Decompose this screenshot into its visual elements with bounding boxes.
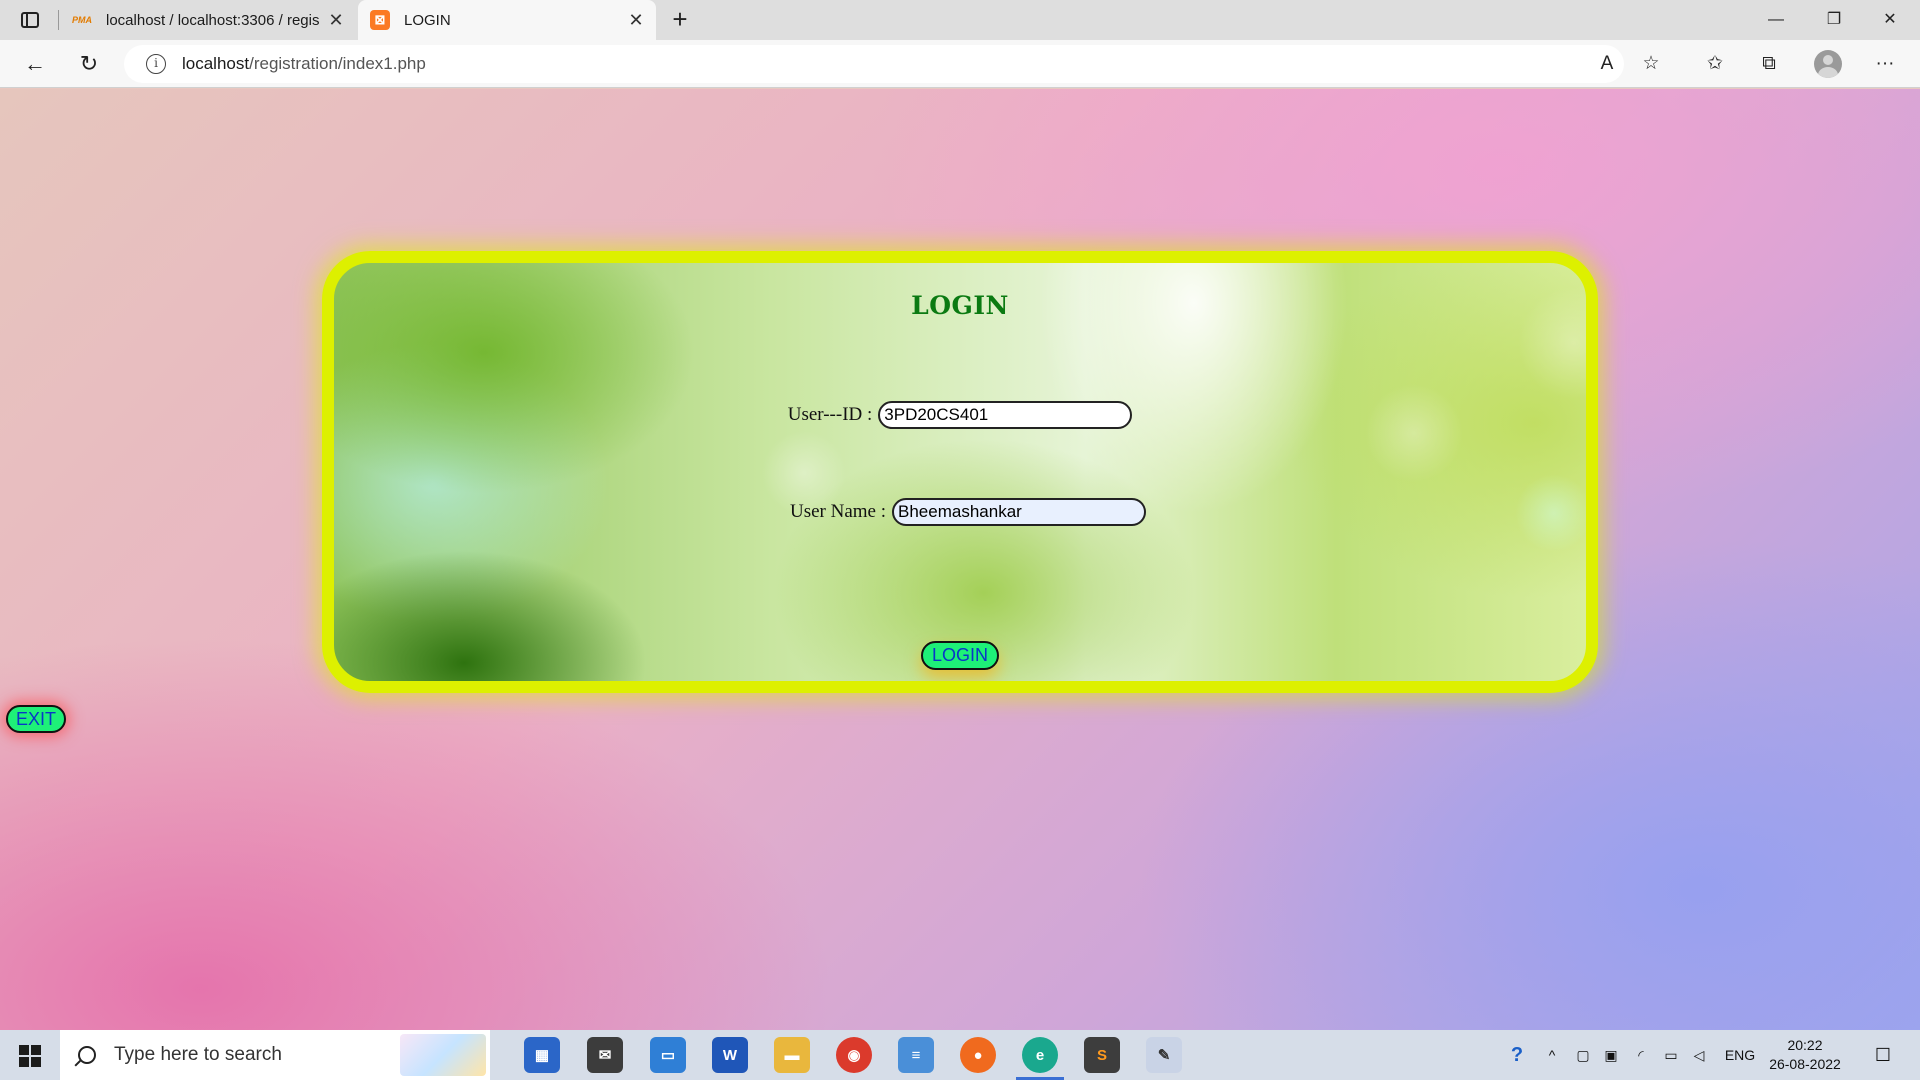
browser-toolbar: ← ↻ i localhost/registration/index1.php … [0,40,1920,88]
userid-label: User---ID : [787,404,873,425]
windows-logo-pane [31,1057,41,1067]
tab-login[interactable]: ⊠ LOGIN ✕ [358,0,656,40]
close-window-button[interactable]: ✕ [1862,0,1918,40]
xampp-icon: ⊠ [370,10,390,30]
paint-icon[interactable]: ✎ [1146,1037,1182,1073]
edge-icon[interactable]: e [1016,1037,1064,1080]
tab-title: localhost / localhost:3306 / regis [106,11,320,29]
login-panel: LOGIN User---ID : User Name : LOGIN [322,251,1598,693]
show-hidden-icons-chevron[interactable]: ^ [1540,1030,1564,1080]
url-text: localhost/registration/index1.php [182,54,426,74]
username-label: User Name : [789,501,887,522]
username-row: User Name : [342,498,1586,526]
userid-input[interactable] [878,401,1133,429]
this-pc-icon[interactable]: ▭ [650,1037,686,1073]
taskbar-search-box[interactable]: Type here to search [60,1030,490,1080]
mail-icon[interactable]: ✉ [587,1037,623,1073]
sublime-text-icon[interactable]: S [1084,1037,1120,1073]
volume-icon[interactable]: ◁ [1688,1030,1710,1080]
username-input[interactable] [892,498,1147,526]
exit-button[interactable]: EXIT [6,705,66,733]
tab-close-icon[interactable]: ✕ [622,10,650,31]
reload-button[interactable]: ↻ [72,48,106,80]
taskbar: Type here to search ▦ ✉ ▭ W ▬ ◉ ≡ ● e S … [0,1030,1920,1080]
tab-separator [58,10,59,30]
url-path: /registration/index1.php [249,54,426,73]
more-options-icon[interactable]: ··· [1868,48,1902,80]
site-info-icon[interactable]: i [146,54,166,74]
search-highlight-image [400,1034,486,1076]
windows-logo-pane [31,1045,41,1055]
microsoft-store-icon[interactable]: ▦ [524,1037,560,1073]
notifications-icon[interactable]: ☐ [1868,1030,1898,1080]
tab-phpmyadmin[interactable]: PMA localhost / localhost:3306 / regis ✕ [60,0,356,40]
address-bar[interactable]: i localhost/registration/index1.php [124,45,1624,83]
userid-row: User---ID : [334,401,1586,429]
device-icon[interactable]: ▣ [1600,1030,1622,1080]
page-background: LOGIN User---ID : User Name : LOGIN EXIT [0,89,1920,1030]
notes-icon[interactable]: ≡ [898,1037,934,1073]
minimize-button[interactable]: — [1748,0,1804,40]
tab-close-icon[interactable]: ✕ [322,10,350,31]
favorites-icon[interactable]: ✩ [1698,48,1732,80]
start-button[interactable] [10,1040,50,1070]
windows-logo-pane [19,1057,29,1067]
file-explorer-icon[interactable]: ▬ [774,1037,810,1073]
chrome-icon[interactable]: ◉ [836,1037,872,1073]
language-indicator[interactable]: ENG [1720,1030,1760,1080]
tab-strip: PMA localhost / localhost:3306 / regis ✕… [0,0,1920,40]
collections-icon[interactable]: ⧉ [1752,48,1786,80]
restore-button[interactable]: ❐ [1806,0,1862,40]
read-aloud-icon[interactable]: A [1590,48,1624,80]
tab-title: LOGIN [404,11,451,29]
wifi-icon[interactable]: ◜ [1630,1030,1652,1080]
profile-avatar[interactable] [1814,50,1842,78]
add-favorite-icon[interactable]: ☆ [1634,48,1668,80]
login-heading: LOGIN [911,291,1009,320]
clock[interactable]: 20:22 26-08-2022 [1760,1036,1850,1074]
clock-time: 20:22 [1787,1037,1823,1053]
word-icon[interactable]: W [712,1037,748,1073]
windows-logo-icon [19,1045,29,1055]
firefox-icon[interactable]: ● [960,1037,996,1073]
search-icon [78,1046,96,1064]
tab-actions-icon [21,12,39,28]
battery-icon[interactable]: ▭ [1660,1030,1682,1080]
phpmyadmin-icon: PMA [72,15,92,25]
url-host: localhost [182,54,250,73]
clock-date: 26-08-2022 [1769,1056,1841,1072]
login-button[interactable]: LOGIN [921,641,999,670]
new-tab-button[interactable]: + [664,4,696,36]
back-button[interactable]: ← [18,48,52,80]
meet-now-icon[interactable]: ▢ [1572,1030,1594,1080]
search-placeholder: Type here to search [114,1044,282,1065]
help-icon[interactable]: ? [1502,1030,1532,1080]
tab-actions-button[interactable] [12,6,48,34]
